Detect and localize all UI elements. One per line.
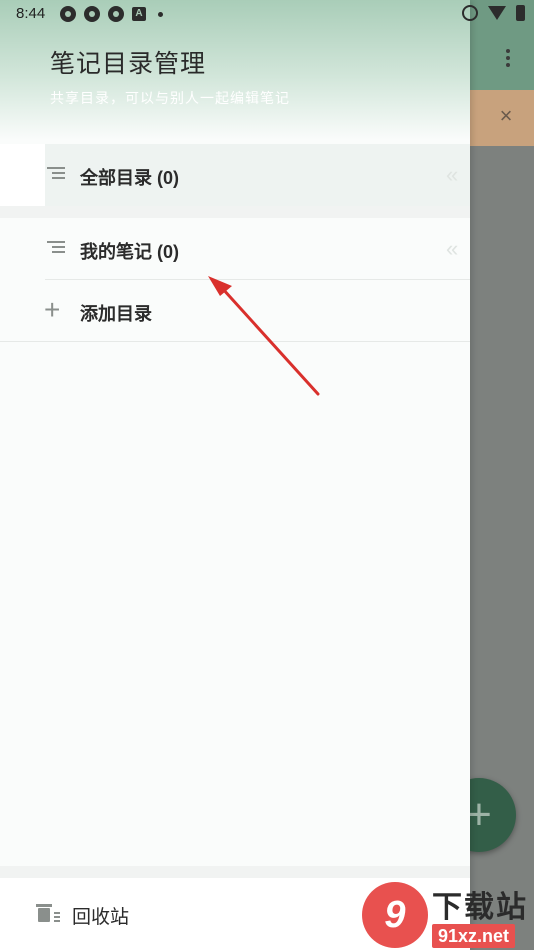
directory-item-all[interactable]: 全部目录 (0) « [0,144,470,206]
add-directory-button[interactable]: + 添加目录 [0,280,470,342]
status-time: 8:44 [16,5,46,22]
wifi-icon [488,6,506,20]
trash-icon [36,904,60,922]
add-directory-label: 添加目录 [80,304,152,324]
close-icon[interactable]: × [494,104,518,128]
directory-item-my-notes[interactable]: 我的笔记 (0) « [0,218,470,280]
watermark-logo: 9 [362,882,428,948]
site-watermark: 9 下载站 91xz.net [362,880,534,950]
chevron-left-icon: « [446,236,459,261]
recycle-bin-label: 回收站 [72,907,130,928]
list-icon [47,241,65,257]
chevron-left-icon: « [446,162,459,187]
footer-separator [0,866,470,878]
notification-icons: A [60,6,163,22]
navigation-drawer: 笔记目录管理 共享目录，可以与别人一起编辑笔记 全部目录 (0) « 我的笔记 … [0,0,470,950]
directory-item-label: 我的笔记 (0) [80,242,179,262]
more-options-icon[interactable] [498,46,518,70]
divider [0,341,470,342]
system-icons [462,5,525,21]
more-notifications-dot-icon [158,12,163,17]
status-bar: 8:44 A [0,0,534,30]
app-notification-icon [108,6,124,22]
watermark-domain: 91xz.net [432,924,516,948]
app-notification-icon [84,6,100,22]
a-notification-icon: A [132,7,146,21]
drawer-title: 笔记目录管理 [50,50,207,78]
selection-indicator [0,144,45,206]
list-icon [47,167,65,183]
watermark-title: 下载站 [432,891,528,924]
plus-icon: + [44,294,61,325]
app-notification-icon [60,6,76,22]
drawer-subtitle: 共享目录，可以与别人一起编辑笔记 [50,90,290,106]
section-gap [0,206,470,218]
alarm-icon [462,5,478,21]
battery-icon [516,5,525,21]
directory-item-label: 全部目录 (0) [80,168,179,188]
